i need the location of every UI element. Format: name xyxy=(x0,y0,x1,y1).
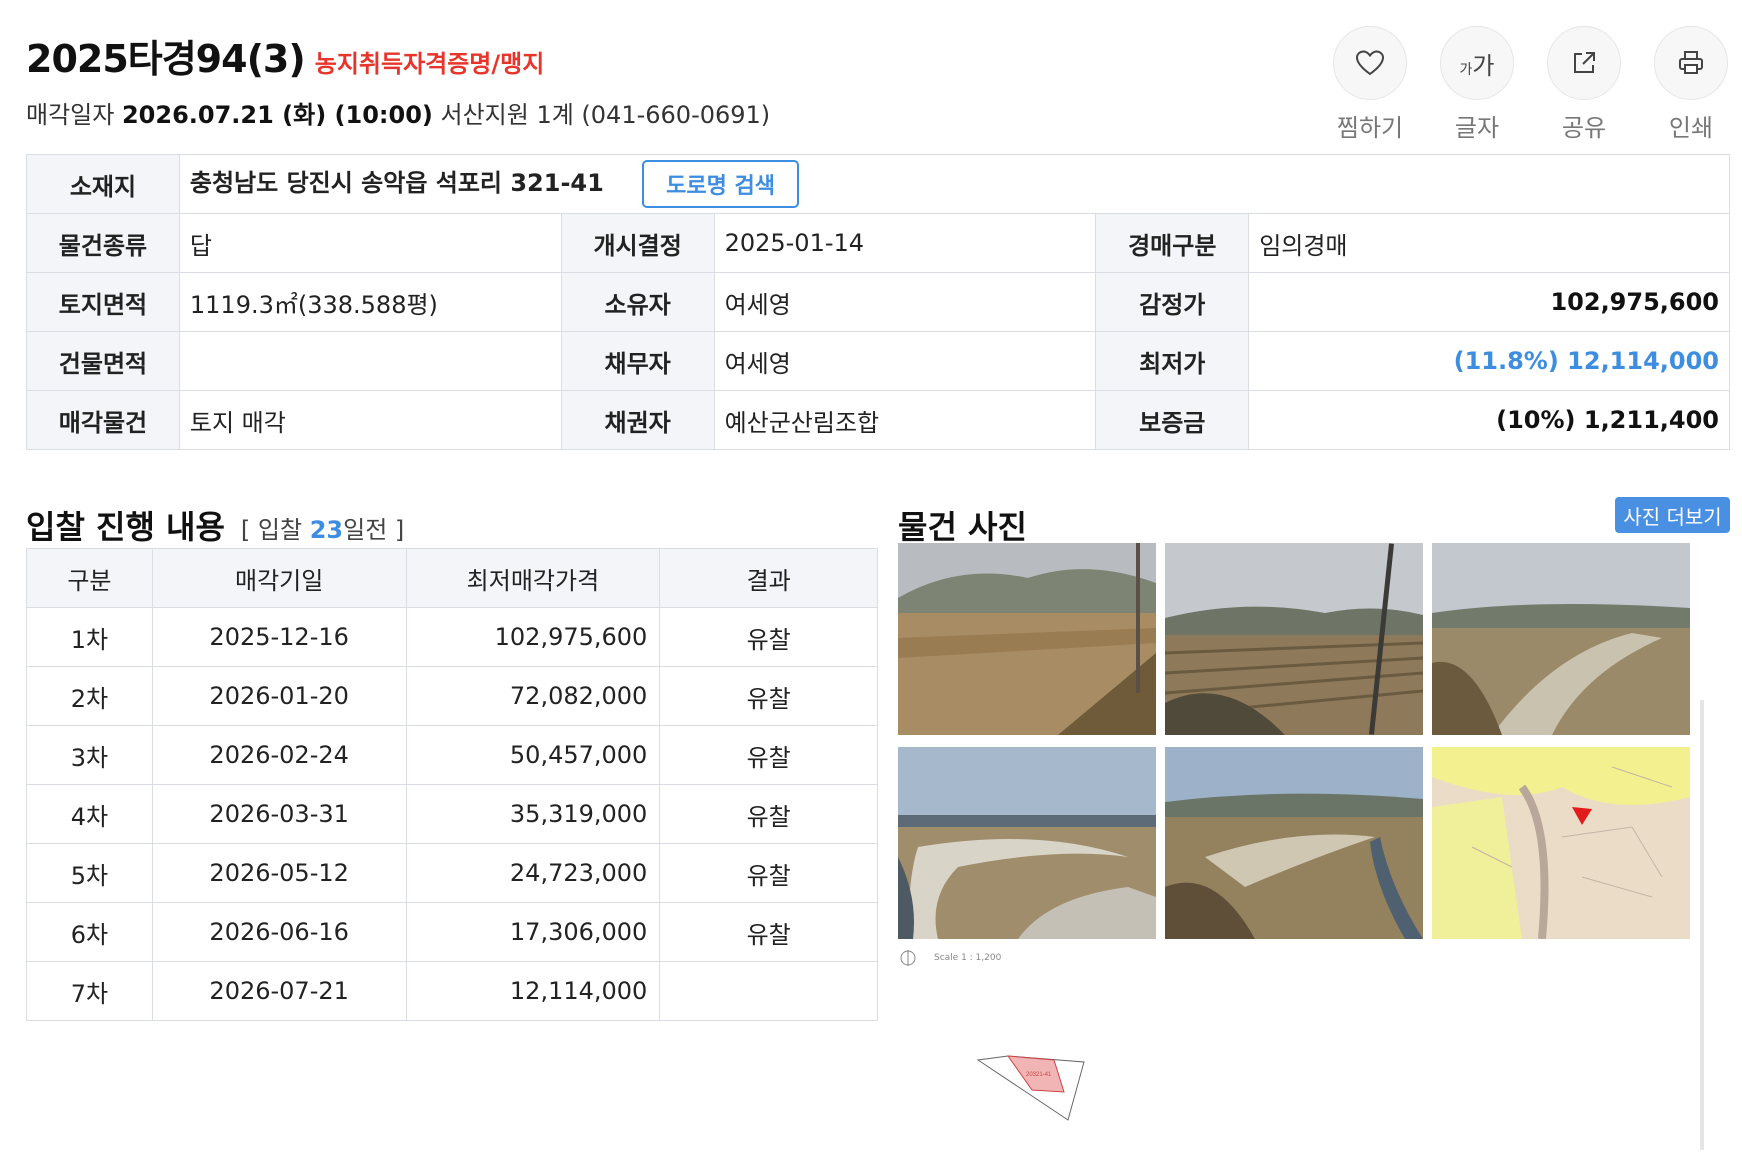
more-photos-button[interactable]: 사진 더보기 xyxy=(1615,497,1730,533)
result-cell: 유찰 xyxy=(659,843,878,903)
sale-date-cell: 2026-01-20 xyxy=(151,666,407,726)
property-type: 답 xyxy=(178,213,562,273)
road-name-search-button[interactable]: 도로명 검색 xyxy=(642,160,800,208)
start-decision-date: 2025-01-14 xyxy=(713,213,1097,273)
sale-item: 토지 매각 xyxy=(178,390,562,450)
sale-date-cell: 2026-05-12 xyxy=(151,843,407,903)
round-cell: 4차 xyxy=(26,784,153,844)
sale-date: 2026.07.21 (화) (10:00) xyxy=(121,101,433,129)
sale-date-cell: 2026-02-24 xyxy=(151,725,407,785)
min-price-cell: 24,723,000 xyxy=(405,843,661,903)
property-info-table: 소재지 충청남도 당진시 송악읍 석포리 321-41 도로명 검색 물건종류 … xyxy=(26,154,1731,450)
min-price-cell: 12,114,000 xyxy=(405,961,661,1021)
map-scale: Scale 1 : 1,200 xyxy=(898,948,1001,968)
location-row: 소재지 충청남도 당진시 송악읍 석포리 321-41 도로명 검색 xyxy=(26,154,1731,214)
scale-text: Scale 1 : 1,200 xyxy=(934,953,1002,963)
print-label: 인쇄 xyxy=(1668,114,1714,142)
sale-date-cell: 2025-12-16 xyxy=(151,607,407,667)
column-header: 매각기일 xyxy=(151,548,407,608)
share-label: 공유 xyxy=(1561,114,1607,142)
round-cell: 3차 xyxy=(26,725,153,785)
info-row: 건물면적 채무자 여세영 최저가 (11.8%) 12,114,000 xyxy=(26,331,1730,391)
min-price-cell: 72,082,000 xyxy=(405,666,661,726)
table-row: 5차 2026-05-12 24,723,000 유찰 xyxy=(26,843,878,903)
print-button[interactable]: 인쇄 xyxy=(1654,26,1728,143)
building-area xyxy=(178,331,562,391)
bid-section-title: 입찰 진행 내용 xyxy=(26,508,225,546)
table-row: 3차 2026-02-24 50,457,000 유찰 xyxy=(26,725,878,785)
result-cell: 유찰 xyxy=(659,607,878,667)
north-arrow-icon xyxy=(900,950,916,966)
table-row: 6차 2026-06-16 17,306,000 유찰 xyxy=(26,902,878,962)
creditor: 예산군산림조합 xyxy=(713,390,1097,450)
heart-icon xyxy=(1355,50,1385,76)
sale-date-cell: 2026-07-21 xyxy=(151,961,407,1021)
court-info: 서산지원 1계 (041-660-0691) xyxy=(440,101,771,129)
sale-date-line: 매각일자 2026.07.21 (화) (10:00) 서산지원 1계 (041… xyxy=(26,101,771,129)
case-tag: 농지취득자격증명/맹지 xyxy=(314,50,545,78)
min-price-cell: 35,319,000 xyxy=(405,784,661,844)
result-cell xyxy=(659,961,878,1021)
favorite-label: 찜하기 xyxy=(1336,114,1404,142)
sale-date-cell: 2026-03-31 xyxy=(151,784,407,844)
table-row: 7차 2026-07-21 12,114,000 xyxy=(26,961,878,1021)
min-price-cell: 17,306,000 xyxy=(405,902,661,962)
property-photo[interactable] xyxy=(898,747,1156,939)
land-area: 1119.3㎡(338.588평) xyxy=(178,272,562,332)
round-cell: 5차 xyxy=(26,843,153,903)
location-label: 소재지 xyxy=(26,154,180,214)
case-number: 2025타경94(3) xyxy=(26,37,306,81)
appraisal-price: 102,975,600 xyxy=(1248,272,1730,332)
min-price-cell: 50,457,000 xyxy=(405,725,661,785)
round-cell: 2차 xyxy=(26,666,153,726)
auction-type: 임의경매 xyxy=(1248,213,1730,273)
info-row: 토지면적 1119.3㎡(338.588평) 소유자 여세영 감정가 102,9… xyxy=(26,272,1730,332)
table-header-row: 구분 매각기일 최저매각가격 결과 xyxy=(26,548,878,608)
bid-countdown: [ 입찰 23일전 ] xyxy=(240,516,405,544)
column-header: 최저매각가격 xyxy=(405,548,661,608)
print-icon xyxy=(1679,51,1703,74)
share-icon xyxy=(1574,52,1595,73)
favorite-button[interactable]: 찜하기 xyxy=(1333,26,1407,143)
font-size-button[interactable]: 가가 글자 xyxy=(1440,26,1514,143)
photo-section-title: 물건 사진 xyxy=(898,508,1027,546)
location-address: 충청남도 당진시 송악읍 석포리 321-41 xyxy=(189,169,604,197)
share-button[interactable]: 공유 xyxy=(1547,26,1621,143)
case-header: 2025타경94(3) 농지취득자격증명/맹지 매각일자 2026.07.21 … xyxy=(26,28,770,130)
minimum-price: (11.8%) 12,114,000 xyxy=(1248,331,1730,391)
table-row: 1차 2025-12-16 102,975,600 유찰 xyxy=(26,607,878,667)
font-size-icon: 가가 xyxy=(1459,51,1495,80)
property-photo[interactable] xyxy=(898,543,1156,735)
font-size-label: 글자 xyxy=(1454,114,1500,142)
parcel-shape: 20321-41 xyxy=(974,1050,1104,1126)
owner: 여세영 xyxy=(713,272,1097,332)
column-header: 결과 xyxy=(659,548,878,608)
table-row: 2차 2026-01-20 72,082,000 유찰 xyxy=(26,666,878,726)
table-row: 4차 2026-03-31 35,319,000 유찰 xyxy=(26,784,878,844)
info-row: 매각물건 토지 매각 채권자 예산군산림조합 보증금 (10%) 1,211,4… xyxy=(26,390,1730,450)
property-photo[interactable] xyxy=(1165,747,1423,939)
property-photo[interactable] xyxy=(1165,543,1423,735)
result-cell: 유찰 xyxy=(659,725,878,785)
bid-history-table: 구분 매각기일 최저매각가격 결과 1차 2025-12-16 102,975,600 유찰… xyxy=(26,548,878,1021)
sale-date-cell: 2026-06-16 xyxy=(151,902,407,962)
result-cell: 유찰 xyxy=(659,784,878,844)
round-cell: 7차 xyxy=(26,961,153,1021)
round-cell: 1차 xyxy=(26,607,153,667)
cadastral-map[interactable] xyxy=(1432,747,1690,939)
result-cell: 유찰 xyxy=(659,902,878,962)
column-header: 구분 xyxy=(26,548,153,608)
result-cell: 유찰 xyxy=(659,666,878,726)
action-bar: 찜하기 가가 글자 공유 인쇄 xyxy=(1333,26,1728,143)
bid-section-header: 입찰 진행 내용 [ 입찰 23일전 ] xyxy=(26,502,404,548)
gallery-scrollbar[interactable] xyxy=(1700,700,1704,1150)
info-row: 물건종류 답 개시결정 2025-01-14 경매구분 임의경매 xyxy=(26,213,1730,273)
svg-text:20321-41: 20321-41 xyxy=(1026,1072,1052,1078)
property-photo[interactable] xyxy=(1432,543,1690,735)
min-price-cell: 102,975,600 xyxy=(405,607,661,667)
debtor: 여세영 xyxy=(713,331,1097,391)
parcel-map-icon: 20321-41 xyxy=(976,1055,1085,1121)
round-cell: 6차 xyxy=(26,902,153,962)
deposit: (10%) 1,211,400 xyxy=(1248,390,1730,450)
